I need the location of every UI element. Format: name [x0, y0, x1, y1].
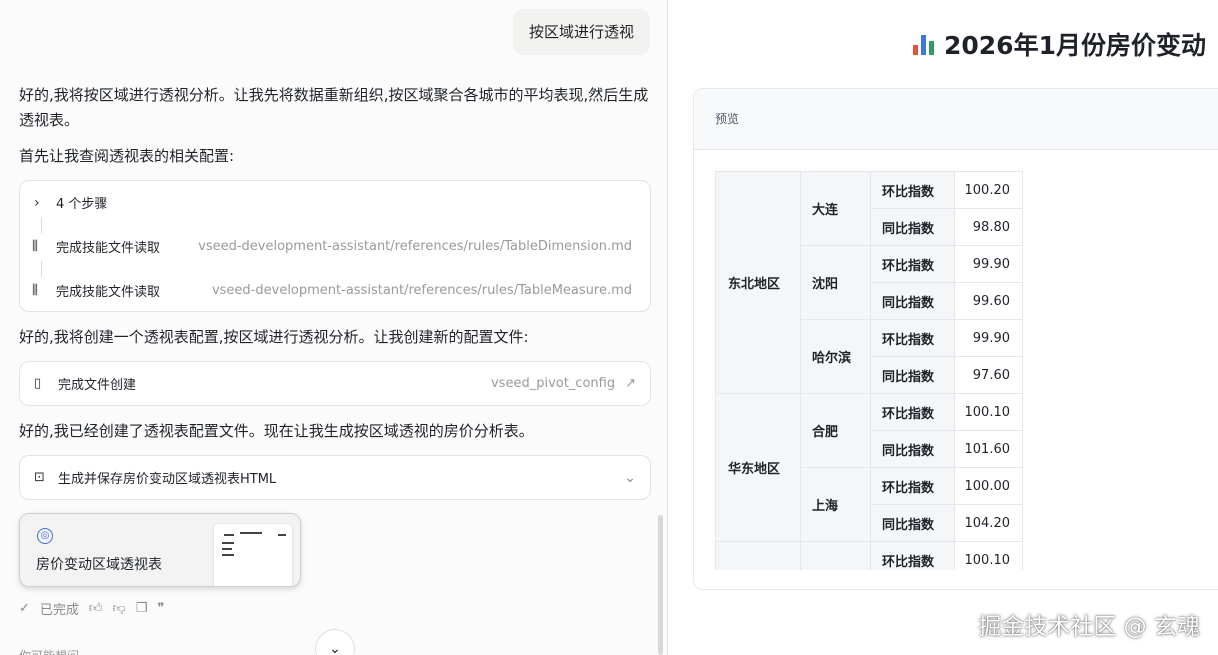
- page-title: 2026年1月份房价变动: [912, 26, 1206, 62]
- artifact-thumbnail: [214, 524, 292, 586]
- preview-pane: 2026年1月份房价变动 预览 东北地区 华东地区 大连 沈阳 哈尔滨 合肥 上海 环比指数 1…: [669, 0, 1218, 655]
- metric-cell: 同比指数: [871, 431, 955, 468]
- file-name: vseed_pivot_config: [490, 376, 616, 391]
- steps-count: 4 个步骤: [56, 197, 108, 212]
- assistant-message-2: 首先让我查阅透视表的相关配置:: [19, 147, 235, 165]
- message-actions: ✓ 已完成 👍︎ 👎︎ ❐ ❞: [19, 599, 164, 618]
- step-item[interactable]: ⫼ 完成技能文件读取 vseed-development-assistant/r…: [32, 235, 632, 257]
- value-cell: 98.80: [955, 209, 1023, 246]
- open-external-icon[interactable]: ↗: [625, 376, 636, 391]
- step-connector: [41, 261, 42, 277]
- status-label: 已完成: [39, 603, 79, 618]
- metric-cell: 同比指数: [871, 357, 955, 394]
- value-cell: 99.60: [955, 283, 1023, 320]
- value-cell: 97.60: [955, 357, 1023, 394]
- city-cell: 沈阳: [801, 246, 871, 320]
- value-cell: 100.10: [955, 542, 1023, 570]
- file-card-label: 完成文件创建: [58, 378, 137, 393]
- metric-cell: 环比指数: [871, 172, 955, 209]
- artifact-card[interactable]: ◎ 房价变动区域透视表: [19, 513, 301, 587]
- preview-panel: 预览 东北地区 华东地区 大连 沈阳 哈尔滨 合肥 上海 环比指数 100.20 同比指数 98.8…: [693, 88, 1218, 590]
- pivot-table: 东北地区 华东地区 大连 沈阳 哈尔滨 合肥 上海 环比指数 100.20 同比指数 98.80 环比…: [715, 171, 1023, 570]
- city-cell: 哈尔滨: [801, 320, 871, 394]
- step-path: vseed-development-assistant/references/r…: [198, 238, 632, 254]
- chevron-right-icon: ›: [34, 194, 40, 211]
- value-cell: 100.10: [955, 394, 1023, 431]
- file-icon: ▯: [34, 376, 42, 391]
- thumbs-down-icon[interactable]: 👎︎: [113, 601, 126, 616]
- step-connector: [41, 217, 42, 233]
- region-cell: 华东地区: [716, 394, 801, 542]
- artifact-title: 房价变动区域透视表: [36, 557, 162, 573]
- generate-task-card[interactable]: ⊡ 生成并保存房价变动区域透视表HTML ⌄: [19, 455, 651, 500]
- page-title-text: 2026年1月份房价变动: [944, 31, 1206, 60]
- library-icon: ⫼: [32, 238, 38, 254]
- assistant-message-1: 好的,我将按区域进行透视分析。让我先将数据重新组织,按区域聚合各城市的平均表现,…: [19, 86, 649, 129]
- steps-card: › 4 个步骤 ⫼ 完成技能文件读取 vseed-development-ass…: [19, 180, 651, 312]
- metric-cell: 环比指数: [871, 246, 955, 283]
- metric-cell: 环比指数: [871, 542, 955, 570]
- preview-label: 预览: [694, 89, 1218, 150]
- step-label: 完成技能文件读取: [56, 284, 161, 300]
- thumbs-up-icon[interactable]: 👍︎: [89, 601, 103, 616]
- value-cell: 99.90: [955, 246, 1023, 283]
- metric-cell: 环比指数: [871, 320, 955, 357]
- copy-icon[interactable]: ❐: [136, 601, 148, 616]
- suggestions-label: 你可能想问: [19, 647, 79, 655]
- value-cell: 104.20: [955, 505, 1023, 542]
- metric-cell: 同比指数: [871, 283, 955, 320]
- check-circle-icon: ✓: [19, 601, 30, 616]
- watermark: 掘金技术社区 @ 玄魂: [978, 614, 1200, 640]
- terminal-icon: ⊡: [34, 470, 45, 485]
- city-cell: 上海: [801, 468, 871, 542]
- city-cell: 大连: [801, 172, 871, 246]
- file-created-card[interactable]: ▯ 完成文件创建 vseed_pivot_config ↗: [19, 361, 651, 406]
- value-cell: 101.60: [955, 431, 1023, 468]
- assistant-message-3: 好的,我将创建一个透视表配置,按区域进行透视分析。让我创建新的配置文件:: [19, 328, 529, 346]
- generate-task-label: 生成并保存房价变动区域透视表HTML: [58, 472, 277, 487]
- metric-cell: 同比指数: [871, 209, 955, 246]
- chat-scrollbar[interactable]: [658, 515, 663, 655]
- region-cell: [716, 542, 801, 570]
- city-cell: 合肥: [801, 394, 871, 468]
- quote-icon[interactable]: ❞: [157, 601, 164, 616]
- value-cell: 100.20: [955, 172, 1023, 209]
- globe-icon: ◎: [37, 528, 53, 544]
- value-cell: 100.00: [955, 468, 1023, 505]
- steps-toggle[interactable]: › 4 个步骤: [34, 193, 108, 213]
- metric-cell: 同比指数: [871, 505, 955, 542]
- step-label: 完成技能文件读取: [56, 240, 161, 256]
- chevron-down-icon[interactable]: ⌄: [624, 470, 636, 486]
- assistant-message-4: 好的,我已经创建了透视表配置文件。现在让我生成按区域透视的房价分析表。: [19, 422, 534, 440]
- library-icon: ⫼: [32, 282, 38, 298]
- region-cell: 东北地区: [716, 172, 801, 394]
- user-message: 按区域进行透视: [512, 9, 650, 55]
- value-cell: 99.90: [955, 320, 1023, 357]
- step-path: vseed-development-assistant/references/r…: [211, 282, 632, 298]
- scroll-down-button[interactable]: ⌄: [315, 629, 355, 655]
- chevron-down-icon: ⌄: [329, 641, 341, 655]
- step-item[interactable]: ⫼ 完成技能文件读取 vseed-development-assistant/r…: [32, 279, 632, 301]
- chat-panel: 按区域进行透视 好的,我将按区域进行透视分析。让我先将数据重新组织,按区域聚合各…: [0, 0, 668, 655]
- metric-cell: 环比指数: [871, 394, 955, 431]
- bar-chart-icon: [912, 32, 936, 56]
- metric-cell: 环比指数: [871, 468, 955, 505]
- city-cell: [801, 542, 871, 570]
